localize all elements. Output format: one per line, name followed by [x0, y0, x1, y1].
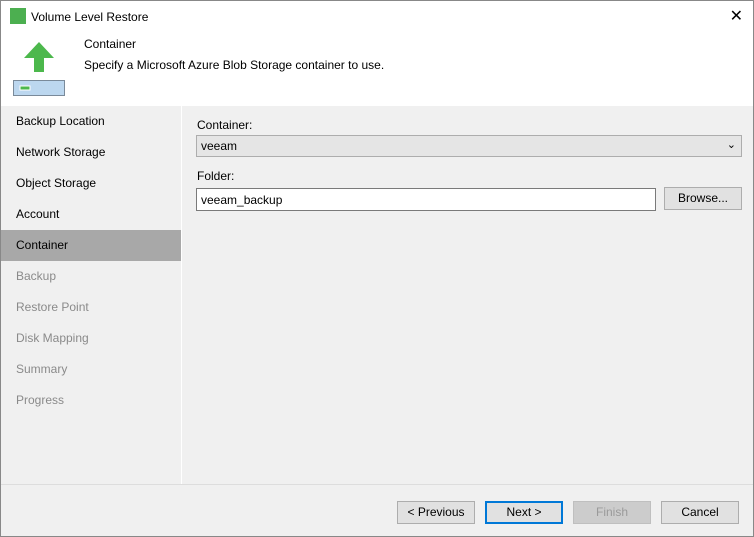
cancel-button[interactable]: Cancel: [661, 501, 739, 524]
wizard-footer: < Previous Next > Finish Cancel: [1, 484, 753, 536]
step-network-storage[interactable]: Network Storage: [1, 137, 181, 168]
container-value: veeam: [201, 139, 238, 153]
wizard-steps: Backup Location Network Storage Object S…: [1, 106, 181, 484]
page-description: Specify a Microsoft Azure Blob Storage c…: [84, 58, 385, 72]
step-disk-mapping: Disk Mapping: [16, 331, 89, 345]
container-select[interactable]: veeam ⌄: [196, 135, 742, 157]
step-backup: Backup: [16, 269, 57, 283]
step-object-storage[interactable]: Object Storage: [1, 168, 181, 199]
step-backup-location[interactable]: Backup Location: [1, 106, 181, 137]
step-container[interactable]: Container: [1, 230, 181, 261]
close-icon[interactable]: ✕: [730, 6, 743, 26]
container-label: Container:: [197, 118, 253, 132]
page-title: Container: [84, 37, 137, 51]
wizard-header: Container Specify a Microsoft Azure Blob…: [1, 32, 753, 106]
wizard-window: Volume Level Restore ✕ Container Specify…: [0, 0, 754, 537]
browse-button[interactable]: Browse...: [664, 187, 742, 210]
app-icon: [10, 8, 26, 24]
window-title: Volume Level Restore: [31, 10, 149, 24]
restore-upload-icon: [13, 42, 65, 96]
folder-input[interactable]: veeam_backup: [196, 188, 656, 211]
title-bar: Volume Level Restore ✕: [1, 1, 753, 32]
next-button[interactable]: Next >: [485, 501, 563, 524]
finish-button: Finish: [573, 501, 651, 524]
main-panel: Container: veeam ⌄ Folder: veeam_backup …: [181, 106, 753, 484]
step-account[interactable]: Account: [1, 199, 181, 230]
folder-label: Folder:: [197, 169, 235, 183]
step-restore-point: Restore Point: [16, 300, 89, 314]
step-progress: Progress: [16, 393, 65, 407]
step-summary: Summary: [16, 362, 68, 376]
chevron-down-icon: ⌄: [726, 139, 736, 151]
previous-button[interactable]: < Previous: [397, 501, 475, 524]
